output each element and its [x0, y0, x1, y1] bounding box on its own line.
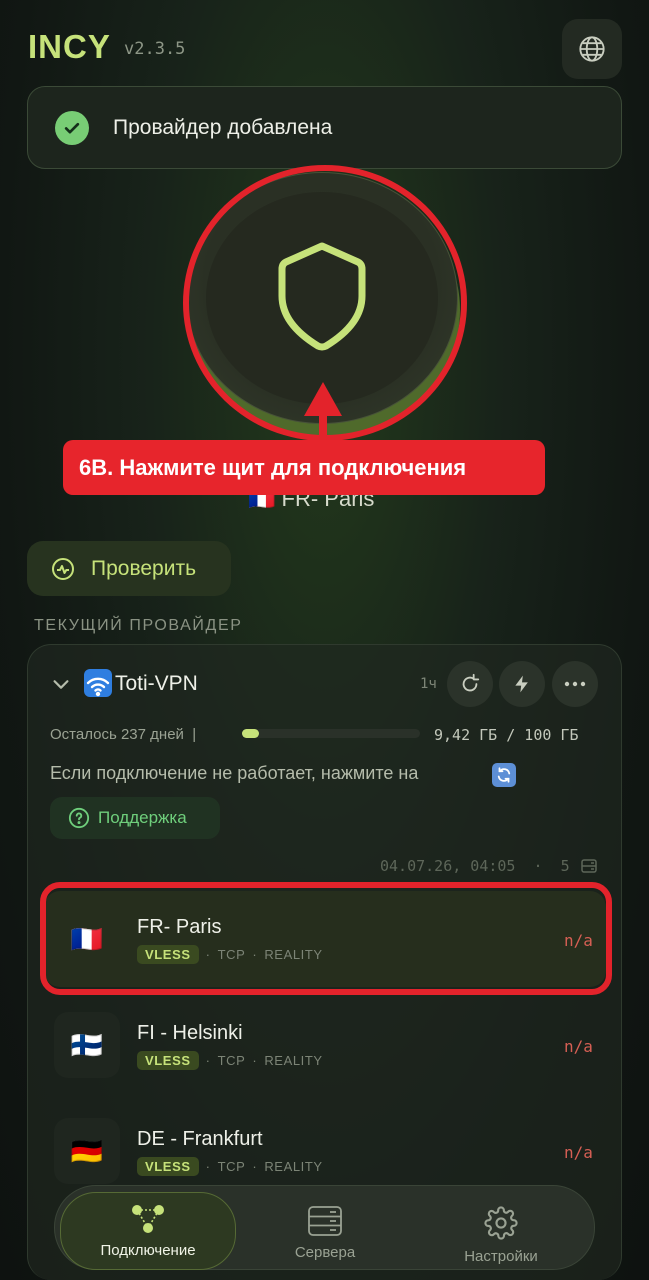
update-timestamp: 04.07.26, 04:05 · 5: [380, 857, 570, 875]
connection-hint: Если подключение не работает, нажмите на: [50, 763, 419, 783]
server-name: DE - Frankfurt: [137, 1128, 263, 1150]
traffic-progress: [242, 729, 420, 738]
support-button-label: Поддержка: [98, 808, 187, 827]
highlight-box: [40, 882, 612, 995]
app-version: v2.3.5: [124, 39, 186, 59]
nav-servers-label: Сервера: [294, 1244, 356, 1261]
gear-icon: [484, 1206, 518, 1240]
chevron-down-icon[interactable]: [50, 673, 72, 695]
traffic-usage: 9,42 ГБ / 100 ГБ: [434, 726, 579, 744]
server-ping: n/a: [564, 1143, 593, 1162]
speedtest-button[interactable]: [499, 661, 545, 707]
nav-settings-label: Настройки: [464, 1248, 538, 1265]
more-icon: [564, 681, 586, 687]
server-tags: VLESS · TCP · REALITY: [137, 1157, 323, 1176]
refresh-icon: [462, 673, 480, 692]
check-button[interactable]: Проверить: [27, 541, 231, 596]
protocol-badge: VLESS: [137, 1051, 199, 1070]
server-count-icon: [581, 859, 597, 873]
more-button[interactable]: [552, 661, 598, 707]
flag-icon: 🇫🇮: [54, 1012, 120, 1078]
language-button[interactable]: [562, 19, 622, 79]
traffic-progress-fill: [242, 729, 259, 738]
toast-message: Провайдер добавлена: [113, 115, 333, 139]
instruction-callout: 6В. Нажмите щит для подключения: [63, 440, 545, 495]
globe-icon: [579, 36, 605, 62]
check-button-label: Проверить: [91, 556, 197, 580]
protocol-badge: VLESS: [137, 1157, 199, 1176]
sync-icon: [492, 763, 516, 787]
check-circle-icon: [55, 110, 89, 145]
server-ping: n/a: [564, 1037, 593, 1056]
help-icon: [68, 807, 90, 829]
flag-icon: 🇩🇪: [54, 1118, 120, 1184]
server-icon: [308, 1206, 342, 1236]
nodes-icon: [132, 1205, 164, 1233]
nav-connection-label: Подключение: [100, 1242, 196, 1259]
server-name: FI - Helsinki: [137, 1022, 243, 1044]
section-title: ТЕКУЩИЙ ПРОВАЙДЕР: [34, 617, 243, 634]
success-toast: Провайдер добавлена: [27, 86, 622, 169]
pulse-icon: [52, 557, 74, 580]
provider-age: 1ч: [420, 676, 437, 692]
support-button[interactable]: Поддержка: [50, 797, 220, 839]
app-logo: INCY: [28, 28, 111, 65]
server-tags: VLESS · TCP · REALITY: [137, 1051, 323, 1070]
provider-name: Toti-VPN: [115, 672, 198, 695]
server-row-fi-helsinki[interactable]: [44, 998, 606, 1094]
nav-connection[interactable]: Подключение: [60, 1204, 236, 1259]
nav-settings[interactable]: Настройки: [436, 1206, 566, 1265]
lightning-icon: [515, 675, 528, 693]
nav-servers[interactable]: Сервера: [260, 1206, 390, 1261]
refresh-button[interactable]: [447, 661, 493, 707]
arrow-up-icon: [304, 382, 342, 442]
days-left: Осталось 237 дней |: [50, 726, 197, 743]
wifi-icon: [84, 669, 112, 697]
